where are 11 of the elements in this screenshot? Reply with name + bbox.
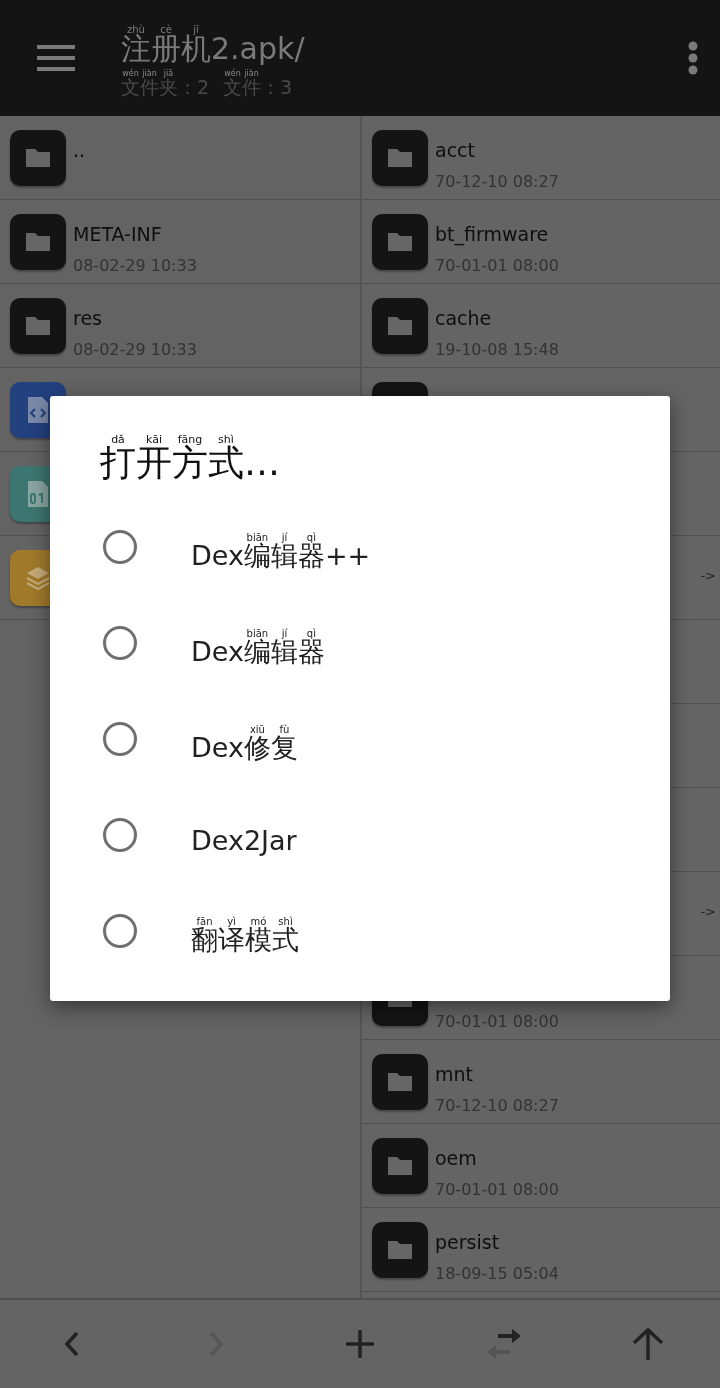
file-name: ..: [73, 138, 86, 162]
file-name: oem: [435, 1146, 478, 1170]
link-arrow: ->: [700, 904, 716, 919]
file-name: cache: [435, 306, 493, 330]
file-name: res: [73, 306, 103, 330]
file-name: mnt: [435, 1062, 474, 1086]
file-name: META-INF: [73, 222, 163, 246]
file-name: acct: [435, 138, 476, 162]
file-name: bt_firmware: [435, 222, 550, 246]
link-arrow: ->: [700, 568, 716, 583]
file-name: persist: [435, 1230, 501, 1254]
